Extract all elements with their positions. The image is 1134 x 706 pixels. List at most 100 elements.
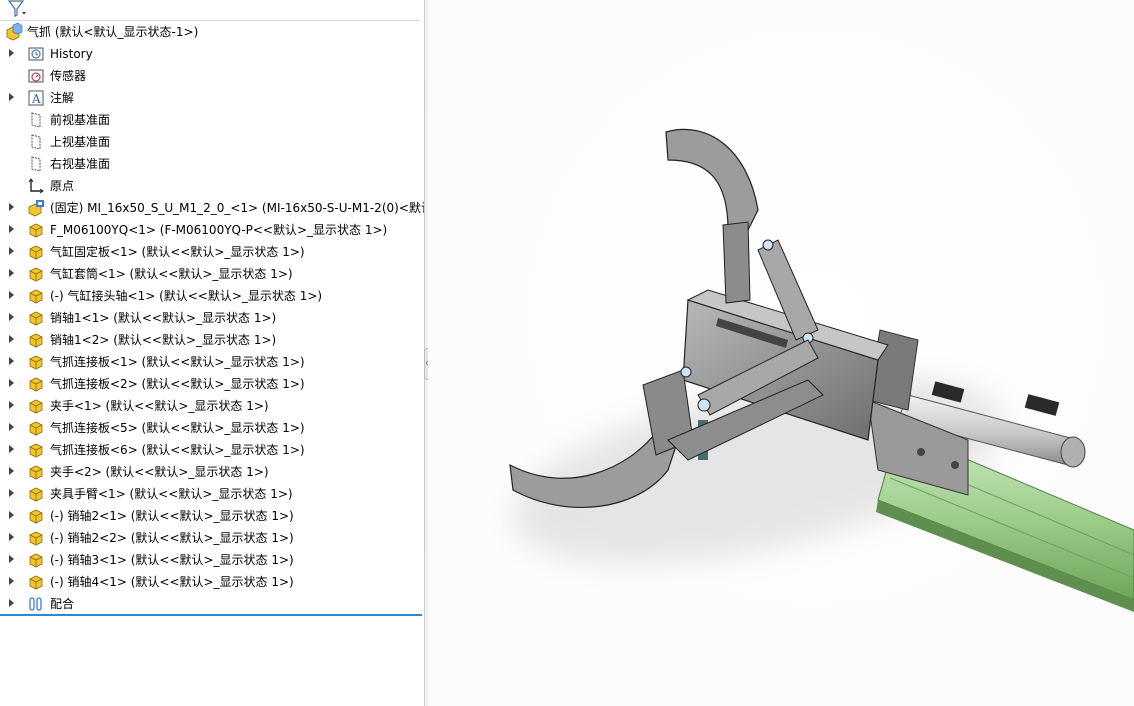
tree-item[interactable]: 气抓连接板<2> (默认<<默认>_显示状态 1>) [0, 373, 424, 395]
tree-item[interactable]: 原点 [0, 175, 424, 197]
expand-arrow-icon[interactable] [9, 225, 14, 233]
plane-icon [31, 112, 41, 128]
part-icon [29, 509, 43, 524]
tree-item[interactable]: 气抓连接板<5> (默认<<默认>_显示状态 1>) [0, 417, 424, 439]
graphics-viewport[interactable] [428, 0, 1134, 706]
part-icon [29, 443, 43, 458]
expand-arrow-icon[interactable] [9, 203, 14, 211]
expand-arrow-icon[interactable] [9, 577, 14, 585]
tree-item-label: 气抓连接板<5> (默认<<默认>_显示状态 1>) [50, 421, 305, 435]
svg-text:A: A [31, 92, 41, 106]
tree-item[interactable]: 右视基准面 [0, 153, 424, 175]
tree-item[interactable]: 气抓连接板<6> (默认<<默认>_显示状态 1>) [0, 439, 424, 461]
expand-arrow-icon[interactable] [9, 335, 14, 343]
expand-arrow-icon[interactable] [9, 291, 14, 299]
tree-item-label: 上视基准面 [50, 135, 111, 149]
tree-item[interactable]: 夹手<2> (默认<<默认>_显示状态 1>) [0, 461, 424, 483]
tree-item[interactable]: History [0, 43, 424, 65]
tree-item[interactable]: 销轴1<2> (默认<<默认>_显示状态 1>) [0, 329, 424, 351]
annotation-icon: A [28, 90, 44, 106]
tree-item-label: (固定) MI_16x50_S_U_M1_2_0_<1> (MI-16x50-S… [50, 201, 424, 215]
tree-item[interactable]: A 注解 [0, 87, 424, 109]
part-icon [29, 531, 43, 546]
tree-item-label: 气缸套筒<1> (默认<<默认>_显示状态 1>) [50, 267, 293, 281]
expand-arrow-icon[interactable] [9, 533, 14, 541]
tree-item-label: 原点 [50, 179, 75, 193]
expand-arrow-icon[interactable] [9, 401, 14, 409]
tree-item[interactable]: (-) 销轴3<1> (默认<<默认>_显示状态 1>) [0, 549, 424, 571]
tree-item-label: 前视基准面 [50, 113, 111, 127]
expand-arrow-icon[interactable] [9, 489, 14, 497]
part-icon [29, 399, 43, 414]
tree-item[interactable]: 传感器 [0, 65, 424, 87]
tree-item-label: 配合 [50, 597, 75, 611]
part-icon [29, 333, 43, 348]
tree-item[interactable]: 夹具手臂<1> (默认<<默认>_显示状态 1>) [0, 483, 424, 505]
tree-item[interactable]: F_M06100YQ<1> (F-M06100YQ-P<<默认>_显示状态 1>… [0, 219, 424, 241]
history-folder-icon [28, 47, 44, 61]
tree-item-label: (-) 气缸接头轴<1> (默认<<默认>_显示状态 1>) [50, 289, 323, 303]
tree-item[interactable]: (-) 气缸接头轴<1> (默认<<默认>_显示状态 1>) [0, 285, 424, 307]
tree-item-label: 传感器 [50, 69, 87, 83]
tree-item-label: (-) 销轴2<2> (默认<<默认>_显示状态 1>) [50, 531, 294, 545]
tree-item-label: F_M06100YQ<1> (F-M06100YQ-P<<默认>_显示状态 1>… [50, 223, 388, 237]
tree-item-label: 销轴1<2> (默认<<默认>_显示状态 1>) [50, 333, 277, 347]
tree-item-label: (-) 销轴2<1> (默认<<默认>_显示状态 1>) [50, 509, 294, 523]
feature-manager-tree-panel: 气抓 (默认<默认_显示状态-1>) History 传感器 A 注解前视基准面上视基准… [0, 0, 424, 706]
tree-item-label: 气抓连接板<1> (默认<<默认>_显示状态 1>) [50, 355, 305, 369]
expand-arrow-icon[interactable] [9, 555, 14, 563]
tree-item[interactable]: 夹手<1> (默认<<默认>_显示状态 1>) [0, 395, 424, 417]
tree-root-assembly[interactable]: 气抓 (默认<默认_显示状态-1>) [0, 21, 424, 43]
expand-arrow-icon[interactable] [9, 467, 14, 475]
part-icon [29, 575, 43, 590]
expand-arrow-icon[interactable] [9, 247, 14, 255]
tree-item-label: 右视基准面 [50, 157, 111, 171]
part-icon [29, 267, 43, 282]
expand-arrow-icon[interactable] [9, 379, 14, 387]
subassembly-icon [28, 200, 44, 217]
tree-item-label: 夹手<2> (默认<<默认>_显示状态 1>) [50, 465, 269, 479]
expand-arrow-icon[interactable] [9, 313, 14, 321]
part-icon [29, 465, 43, 480]
origin-icon [28, 178, 44, 194]
expand-arrow-icon[interactable] [9, 423, 14, 431]
part-icon [29, 355, 43, 370]
tree-item[interactable]: (-) 销轴4<1> (默认<<默认>_显示状态 1>) [0, 571, 424, 593]
assembly-root-icon [6, 23, 23, 41]
tree-item[interactable]: 销轴1<1> (默认<<默认>_显示状态 1>) [0, 307, 424, 329]
tree-item-label: (-) 销轴4<1> (默认<<默认>_显示状态 1>) [50, 575, 294, 589]
tree-item-label: 夹具手臂<1> (默认<<默认>_显示状态 1>) [50, 487, 293, 501]
part-icon [29, 245, 43, 260]
tree-item-label: 气抓连接板<2> (默认<<默认>_显示状态 1>) [50, 377, 305, 391]
tree-item-label: 注解 [50, 91, 75, 105]
part-icon [29, 223, 43, 238]
part-icon [29, 289, 43, 304]
tree-item[interactable]: (固定) MI_16x50_S_U_M1_2_0_<1> (MI-16x50-S… [0, 197, 424, 219]
part-icon [29, 421, 43, 436]
tree-item[interactable]: 气缸固定板<1> (默认<<默认>_显示状态 1>) [0, 241, 424, 263]
sensor-folder-icon [28, 69, 44, 83]
tree-item[interactable]: 配合 [0, 593, 424, 615]
filter-icon[interactable] [6, 0, 28, 18]
tree-item[interactable]: 气抓连接板<1> (默认<<默认>_显示状态 1>) [0, 351, 424, 373]
expand-arrow-icon[interactable] [9, 511, 14, 519]
tree-item-label: 销轴1<1> (默认<<默认>_显示状态 1>) [50, 311, 277, 325]
tree-item[interactable]: 前视基准面 [0, 109, 424, 131]
tree-item-label: 气抓连接板<6> (默认<<默认>_显示状态 1>) [50, 443, 305, 457]
tree-item-label: 夹手<1> (默认<<默认>_显示状态 1>) [50, 399, 269, 413]
mates-icon [29, 597, 42, 611]
tree-item[interactable]: 气缸套筒<1> (默认<<默认>_显示状态 1>) [0, 263, 424, 285]
expand-arrow-icon[interactable] [9, 357, 14, 365]
expand-arrow-icon[interactable] [9, 445, 14, 453]
feature-tree: 气抓 (默认<默认_显示状态-1>) History 传感器 A 注解前视基准面上视基准… [0, 21, 424, 615]
plane-icon [31, 134, 41, 150]
expand-arrow-icon[interactable] [9, 93, 14, 101]
tree-item-label: 气缸固定板<1> (默认<<默认>_显示状态 1>) [50, 245, 305, 259]
tree-item[interactable]: (-) 销轴2<1> (默认<<默认>_显示状态 1>) [0, 505, 424, 527]
expand-arrow-icon[interactable] [9, 49, 14, 57]
tree-item[interactable]: 上视基准面 [0, 131, 424, 153]
expand-arrow-icon[interactable] [9, 269, 14, 277]
tree-bottom-marker [0, 614, 422, 616]
expand-arrow-icon[interactable] [9, 599, 14, 607]
tree-item[interactable]: (-) 销轴2<2> (默认<<默认>_显示状态 1>) [0, 527, 424, 549]
